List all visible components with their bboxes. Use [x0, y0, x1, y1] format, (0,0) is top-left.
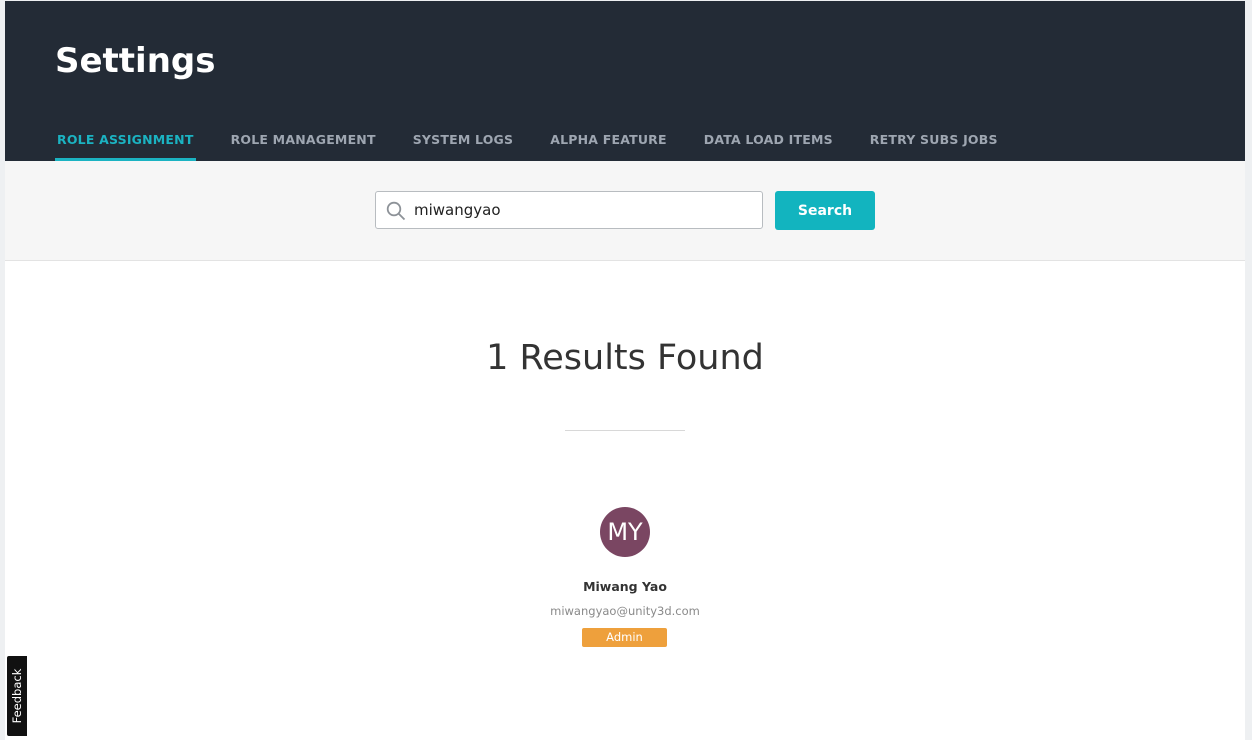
search-icon [386, 201, 406, 221]
search-area: Search [5, 161, 1245, 261]
settings-header: Settings ROLE ASSIGNMENT ROLE MANAGEMENT… [5, 1, 1245, 161]
tab-data-load-items[interactable]: DATA LOAD ITEMS [702, 127, 835, 161]
results-divider [565, 430, 685, 431]
tab-alpha-feature[interactable]: ALPHA FEATURE [548, 127, 669, 161]
user-result-card[interactable]: MY Miwang Yao miwangyao@unity3d.com Admi… [525, 507, 725, 657]
search-input[interactable] [414, 192, 754, 228]
tab-role-management[interactable]: ROLE MANAGEMENT [229, 127, 378, 161]
settings-tabs: ROLE ASSIGNMENT ROLE MANAGEMENT SYSTEM L… [55, 127, 1033, 161]
search-box[interactable] [375, 191, 763, 229]
user-name: Miwang Yao [583, 579, 667, 594]
search-button[interactable]: Search [775, 191, 875, 230]
page-title: Settings [55, 41, 216, 81]
user-email: miwangyao@unity3d.com [550, 604, 700, 618]
app-frame: Settings ROLE ASSIGNMENT ROLE MANAGEMENT… [5, 1, 1245, 740]
avatar: MY [600, 507, 650, 557]
tab-system-logs[interactable]: SYSTEM LOGS [411, 127, 516, 161]
tab-role-assignment[interactable]: ROLE ASSIGNMENT [55, 127, 196, 161]
tab-retry-subs-jobs[interactable]: RETRY SUBS JOBS [868, 127, 1000, 161]
feedback-label: Feedback [10, 668, 24, 724]
feedback-tab[interactable]: Feedback [7, 656, 27, 736]
results-title: 1 Results Found [486, 338, 764, 378]
role-badge: Admin [582, 628, 667, 647]
